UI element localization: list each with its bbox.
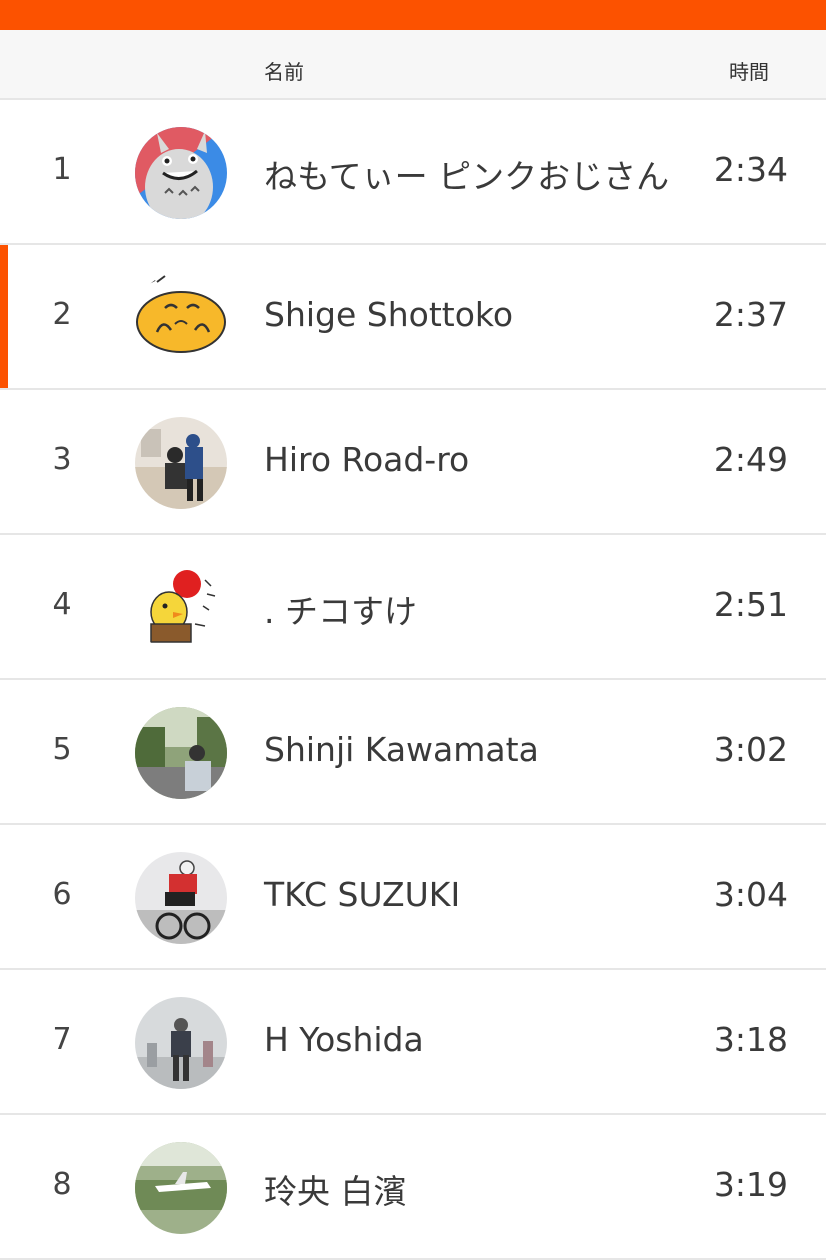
rank-number: 4: [52, 587, 72, 622]
egg-character-avatar[interactable]: [135, 272, 227, 364]
athlete-name[interactable]: Hiro Road-ro: [264, 440, 469, 479]
time-column-header: 時間: [729, 60, 769, 84]
segment-time: 2:51: [713, 585, 788, 624]
leaderboard-header: 名前 時間: [0, 30, 826, 100]
leaderboard-row[interactable]: 4 . チコすけ 2:51: [0, 535, 826, 680]
athlete-name[interactable]: H Yoshida: [264, 1020, 424, 1059]
athlete-name[interactable]: 玲央 白濱: [264, 1165, 407, 1213]
leaderboard-row[interactable]: 3 Hiro Road-ro 2:49: [0, 390, 826, 535]
segment-time: 3:02: [713, 730, 788, 769]
chick-character-avatar[interactable]: [135, 562, 227, 654]
leaderboard-row[interactable]: 7 H Yoshida 3:18: [0, 970, 826, 1115]
airplane-photo-avatar[interactable]: [135, 1142, 227, 1234]
rank-number: 8: [52, 1167, 72, 1202]
leaderboard-row[interactable]: 5 Shinji Kawamata 3:02: [0, 680, 826, 825]
athlete-name[interactable]: ねもてぃー ピンクおじさん: [264, 150, 669, 198]
segment-time: 2:34: [713, 150, 788, 189]
rank-number: 7: [52, 1022, 72, 1057]
segment-time: 2:49: [713, 440, 788, 479]
athlete-name[interactable]: . チコすけ: [264, 585, 417, 633]
cyclist-photo-avatar[interactable]: [135, 417, 227, 509]
rank-number: 2: [52, 297, 72, 332]
rank-number: 5: [52, 732, 72, 767]
segment-time: 3:19: [713, 1165, 788, 1204]
cyclist-fog-avatar[interactable]: [135, 997, 227, 1089]
totoro-avatar[interactable]: [135, 127, 227, 219]
leaderboard-list: 1 ねもてぃー ピンクおじさん 2:34 2 Shige Shottoko 2:…: [0, 100, 826, 1260]
cyclist-race-avatar[interactable]: [135, 852, 227, 944]
athlete-name[interactable]: Shige Shottoko: [264, 295, 513, 334]
leaderboard-row[interactable]: 1 ねもてぃー ピンクおじさん 2:34: [0, 100, 826, 245]
athlete-name[interactable]: Shinji Kawamata: [264, 730, 539, 769]
segment-time: 3:04: [713, 875, 788, 914]
segment-time: 2:37: [713, 295, 788, 334]
leaderboard-row[interactable]: 8 玲央 白濱 3:19: [0, 1115, 826, 1260]
leaderboard-row-highlighted[interactable]: 2 Shige Shottoko 2:37: [0, 245, 826, 390]
street-photo-avatar[interactable]: [135, 707, 227, 799]
rank-number: 6: [52, 877, 72, 912]
athlete-name[interactable]: TKC SUZUKI: [264, 875, 460, 914]
name-column-header: 名前: [264, 60, 304, 84]
rank-number: 3: [52, 442, 72, 477]
rank-number: 1: [52, 152, 72, 187]
leaderboard-row[interactable]: 6 TKC SUZUKI 3:04: [0, 825, 826, 970]
app-top-bar: [0, 0, 826, 30]
segment-time: 3:18: [713, 1020, 788, 1059]
